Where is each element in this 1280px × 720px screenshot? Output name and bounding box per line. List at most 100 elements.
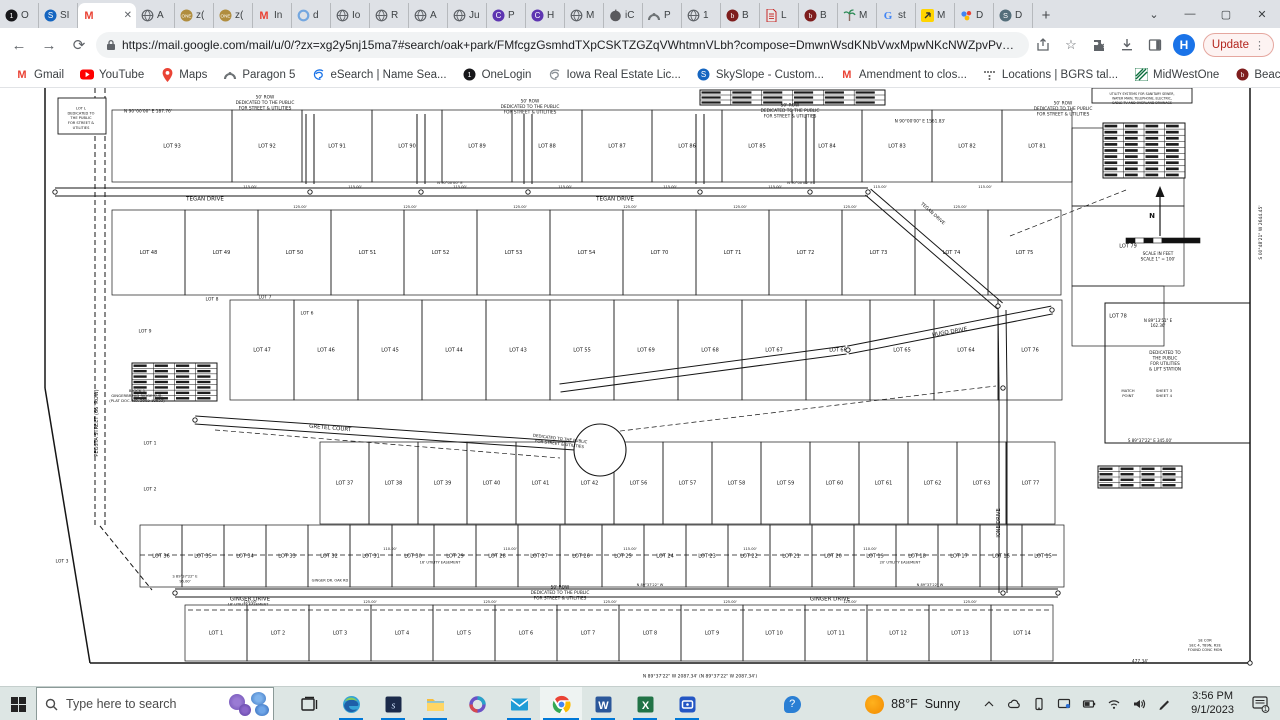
browser-tab[interactable]: M: [916, 3, 955, 28]
tab-close-icon[interactable]: ✕: [124, 10, 132, 21]
svg-text:LOT 90: LOT 90: [398, 144, 416, 150]
svg-text:LOT 76: LOT 76: [1021, 348, 1039, 354]
browser-tab[interactable]: 1O: [0, 3, 39, 28]
tray-cloud-icon[interactable]: [1007, 697, 1021, 711]
svg-text:LOT 18: LOT 18: [908, 554, 926, 560]
search-highlight-image[interactable]: [227, 688, 273, 720]
svg-text:115.00': 115.00': [978, 185, 992, 189]
taskbar-app-mailapp-icon[interactable]: [498, 687, 540, 720]
weather-widget[interactable]: 88°F Sunny: [865, 695, 960, 714]
browser-menu-icon[interactable]: ⋮: [1254, 39, 1265, 52]
svg-text:s: s: [391, 700, 395, 711]
tray-battery-icon[interactable]: [1082, 697, 1096, 711]
bookmark-item[interactable]: Iowa Real Estate Lic...: [540, 66, 687, 84]
browser-tab[interactable]: M: [838, 3, 877, 28]
browser-tab[interactable]: CH: [526, 3, 565, 28]
taskbar-app-word-icon[interactable]: W: [582, 687, 624, 720]
browser-tab[interactable]: Gst: [877, 3, 916, 28]
taskbar-app-taskview-icon[interactable]: [288, 687, 330, 720]
notification-center-button[interactable]: 1: [1244, 687, 1278, 720]
forward-button[interactable]: →: [36, 32, 62, 58]
bookmark-item[interactable]: SSkySlope - Custom...: [690, 66, 831, 84]
tab-search-icon[interactable]: ⌄: [1136, 0, 1172, 28]
tray-chevron-icon[interactable]: [982, 697, 996, 711]
bookmark-star-icon[interactable]: ☆: [1061, 35, 1081, 55]
browser-tab[interactable]: CP: [487, 3, 526, 28]
new-tab-button[interactable]: +: [1033, 3, 1059, 28]
browser-tab[interactable]: SSI: [39, 3, 78, 28]
tab-favicon: b: [725, 9, 739, 23]
bookmark-item[interactable]: eSearch | Name Sea...: [304, 66, 453, 84]
browser-tab[interactable]: bB: [799, 3, 838, 28]
browser-tab[interactable]: iC: [604, 3, 643, 28]
bookmark-item[interactable]: MidWestOne: [1127, 66, 1226, 84]
bookmark-favicon: [160, 68, 174, 82]
maximize-button[interactable]: ▢: [1208, 0, 1244, 28]
bookmark-item[interactable]: Maps: [153, 66, 214, 84]
browser-tab-active[interactable]: M✕: [78, 3, 136, 28]
taskbar-app-connect-icon[interactable]: [666, 687, 708, 720]
browser-tab[interactable]: Ju: [448, 3, 487, 28]
svg-text:LOT 15: LOT 15: [1034, 554, 1052, 560]
svg-text:LOT 23: LOT 23: [698, 554, 716, 560]
extensions-icon[interactable]: [1089, 35, 1109, 55]
browser-tab[interactable]: MIn: [253, 3, 292, 28]
taskbar-clock[interactable]: 3:56 PM 9/1/2023: [1191, 690, 1234, 718]
browser-tab[interactable]: D: [955, 3, 994, 28]
taskbar-search-box[interactable]: Type here to search: [36, 687, 274, 720]
browser-tab[interactable]: M: [565, 3, 604, 28]
browser-tab[interactable]: A: [136, 3, 175, 28]
taskbar-app-office-icon[interactable]: [456, 687, 498, 720]
browser-tab[interactable]: P: [643, 3, 682, 28]
svg-text:110.00': 110.00': [863, 547, 877, 551]
tray-volume-icon[interactable]: [1132, 697, 1146, 711]
bookmark-item[interactable]: MGmail: [8, 66, 71, 84]
tab-favicon: M: [257, 9, 271, 23]
close-button[interactable]: ✕: [1244, 0, 1280, 28]
bookmark-item[interactable]: YouTube: [73, 66, 151, 84]
bookmark-item[interactable]: Locations | BGRS tal...: [976, 66, 1125, 84]
share-icon[interactable]: [1033, 35, 1053, 55]
browser-tab[interactable]: SD: [994, 3, 1033, 28]
svg-text:LOT 37: LOT 37: [336, 481, 354, 487]
tab-favicon: [959, 9, 973, 23]
update-button[interactable]: Update ⋮: [1203, 33, 1274, 57]
browser-tab[interactable]: A: [409, 3, 448, 28]
bookmark-label: Iowa Real Estate Lic...: [566, 69, 680, 81]
help-bubble-icon[interactable]: ?: [775, 696, 809, 713]
address-bar[interactable]: https://mail.google.com/mail/u/0/?zx=xg2…: [96, 32, 1029, 58]
svg-text:S: S: [1002, 11, 1007, 20]
tray-phone-icon[interactable]: [1032, 697, 1046, 711]
browser-tab[interactable]: bB: [721, 3, 760, 28]
taskbar-app-edge-icon[interactable]: [330, 687, 372, 720]
bookmark-item[interactable]: 1OneLogin: [456, 66, 539, 84]
browser-tab[interactable]: L: [760, 3, 799, 28]
tray-pen-icon[interactable]: [1157, 697, 1171, 711]
taskbar-app-sapp-icon[interactable]: s: [372, 687, 414, 720]
bookmark-item[interactable]: bBeacon: [1228, 66, 1280, 84]
tab-favicon: 1: [4, 9, 18, 23]
back-button[interactable]: ←: [6, 32, 32, 58]
reading-mode-icon[interactable]: [1145, 35, 1165, 55]
taskbar-app-excel-icon[interactable]: X: [624, 687, 666, 720]
taskbar-apps: s WX: [288, 687, 708, 720]
bookmark-item[interactable]: Paragon 5: [216, 66, 302, 84]
browser-tab[interactable]: R: [370, 3, 409, 28]
browser-tab[interactable]: ONEz(: [175, 3, 214, 28]
profile-avatar[interactable]: H: [1173, 34, 1195, 56]
browser-tab[interactable]: 1: [682, 3, 721, 28]
taskbar-app-chrome-icon[interactable]: [540, 687, 582, 720]
browser-tab[interactable]: d: [292, 3, 331, 28]
tray-screen-icon[interactable]: [1057, 697, 1071, 711]
start-button[interactable]: [0, 687, 36, 720]
taskbar-app-explorer-icon[interactable]: [414, 687, 456, 720]
browser-tab[interactable]: ONEz(: [214, 3, 253, 28]
tab-strip: 1OSSIM✕AONEz(ONEz(MIndIoRAJuCPCHMiCP1bBL…: [0, 0, 1280, 28]
minimize-button[interactable]: —: [1172, 0, 1208, 28]
bookmark-item[interactable]: MAmendment to clos...: [833, 66, 974, 84]
download-icon[interactable]: [1117, 35, 1137, 55]
reload-button[interactable]: ⟳: [66, 32, 92, 58]
svg-text:LOT 85: LOT 85: [748, 144, 766, 150]
browser-tab[interactable]: Io: [331, 3, 370, 28]
tray-wifi-icon[interactable]: [1107, 697, 1121, 711]
